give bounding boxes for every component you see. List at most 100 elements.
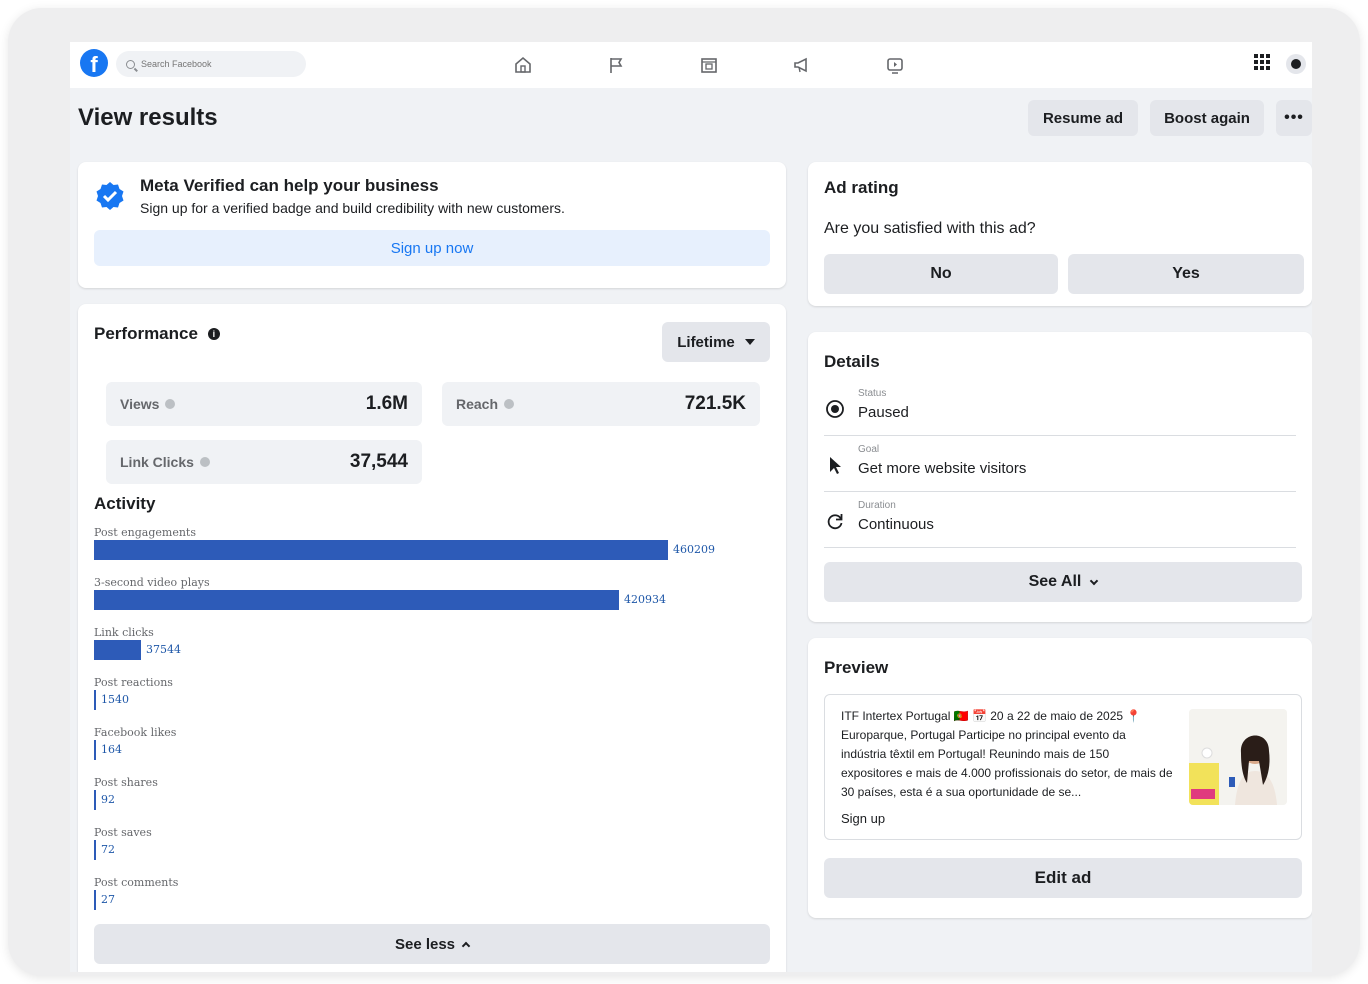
activity-bar (94, 840, 96, 860)
activity-value: 27 (101, 893, 115, 906)
performance-title: Performance (94, 324, 198, 343)
ad-rating-card: Ad rating Are you satisfied with this ad… (808, 162, 1312, 306)
ad-preview[interactable]: ITF Intertex Portugal 🇵🇹 📅 20 a 22 de ma… (824, 694, 1302, 840)
detail-row-status: Status Paused (824, 388, 1296, 436)
rating-yes-button[interactable]: Yes (1068, 254, 1304, 294)
detail-value: Get more website visitors (858, 460, 1027, 477)
activity-title: Activity (94, 494, 156, 513)
metric-label: Reach (456, 396, 499, 412)
preview-title: Preview (824, 658, 889, 677)
activity-label: Link clicks (94, 626, 154, 639)
activity-value: 72 (101, 843, 115, 856)
activity-bar (94, 740, 96, 760)
avatar[interactable] (1286, 54, 1306, 74)
flag-icon[interactable] (605, 54, 627, 76)
facebook-logo-icon[interactable]: f (80, 49, 108, 77)
activity-value: 1540 (101, 693, 129, 706)
activity-row: Post saves 72 (94, 826, 754, 876)
refresh-icon (824, 510, 846, 532)
ad-cta[interactable]: Sign up (841, 811, 885, 826)
detail-value: Continuous (858, 516, 934, 533)
detail-label: Duration (858, 500, 896, 511)
performance-card: Performance i Lifetime Views 1.6M Reach … (78, 304, 786, 972)
ad-thumbnail-image (1189, 709, 1287, 805)
activity-bar (94, 640, 141, 660)
detail-value: Paused (858, 404, 909, 421)
activity-bar (94, 690, 96, 710)
info-icon[interactable] (199, 457, 210, 467)
search-box[interactable] (116, 51, 306, 77)
meta-verified-subtitle: Sign up for a verified badge and build c… (140, 200, 565, 216)
chevron-up-icon (461, 941, 471, 951)
activity-row: Post engagements 460209 (94, 526, 754, 576)
date-range-dropdown[interactable]: Lifetime (662, 322, 770, 362)
megaphone-icon[interactable] (791, 54, 813, 76)
details-title: Details (824, 352, 880, 371)
top-navigation: f (70, 42, 1312, 88)
activity-value: 164 (101, 743, 122, 756)
activity-label: Post saves (94, 826, 152, 839)
marketplace-icon[interactable] (698, 54, 720, 76)
home-icon[interactable] (512, 54, 534, 76)
performance-header: Performance i (94, 324, 220, 344)
info-icon[interactable] (504, 399, 515, 409)
activity-bar (94, 540, 668, 560)
metric-value: 1.6M (365, 393, 408, 414)
metric-views: Views 1.6M (106, 382, 422, 426)
activity-value: 92 (101, 793, 115, 806)
activity-row: Post comments 27 (94, 876, 754, 926)
metric-value: 721.5K (684, 393, 746, 414)
preview-card: Preview ITF Intertex Portugal 🇵🇹 📅 20 a … (808, 638, 1312, 918)
ad-rating-title: Ad rating (824, 178, 899, 197)
activity-value: 460209 (673, 543, 715, 556)
ad-preview-text: ITF Intertex Portugal 🇵🇹 📅 20 a 22 de ma… (841, 709, 1173, 799)
caret-down-icon (744, 339, 755, 345)
menu-grid-icon[interactable] (1254, 54, 1270, 70)
activity-bar (94, 890, 96, 910)
detail-label: Goal (858, 444, 880, 455)
metric-label: Link Clicks (120, 454, 194, 470)
info-icon[interactable] (165, 399, 176, 409)
activity-label: 3-second video plays (94, 576, 210, 589)
meta-verified-card: Meta Verified can help your business Sig… (78, 162, 786, 288)
cursor-icon (824, 454, 846, 476)
see-all-button[interactable]: See All (824, 562, 1302, 602)
meta-verified-title: Meta Verified can help your business (140, 176, 439, 195)
resume-ad-button[interactable]: Resume ad (1028, 100, 1138, 136)
activity-value: 37544 (146, 643, 181, 656)
activity-bar (94, 790, 96, 810)
activity-row: 3-second video plays 420934 (94, 576, 754, 626)
more-options-button[interactable]: ••• (1276, 100, 1312, 136)
video-icon[interactable] (884, 54, 906, 76)
see-less-button[interactable]: See less (94, 924, 770, 964)
activity-label: Post engagements (94, 526, 196, 539)
activity-value: 420934 (624, 593, 666, 606)
metric-reach: Reach 721.5K (442, 382, 760, 426)
activity-label: Facebook likes (94, 726, 177, 739)
search-icon (126, 59, 135, 69)
detail-row-goal: Goal Get more website visitors (824, 444, 1296, 492)
edit-ad-button[interactable]: Edit ad (824, 858, 1302, 898)
sign-up-now-button[interactable]: Sign up now (94, 230, 770, 266)
chevron-down-icon (1090, 576, 1099, 585)
metric-link-clicks: Link Clicks 37,544 (106, 440, 422, 484)
metric-label: Views (120, 396, 160, 412)
metric-value: 37,544 (349, 451, 408, 472)
rating-no-button[interactable]: No (824, 254, 1058, 294)
boost-again-button[interactable]: Boost again (1150, 100, 1264, 136)
detail-row-duration: Duration Continuous (824, 500, 1296, 548)
info-icon[interactable]: i (207, 328, 220, 340)
activity-row: Link clicks 37544 (94, 626, 754, 676)
activity-row: Post reactions 1540 (94, 676, 754, 726)
page-title: View results (78, 104, 218, 131)
detail-label: Status (858, 388, 887, 399)
device-frame: f View r (8, 8, 1360, 976)
see-all-label: See All (1028, 573, 1082, 590)
activity-bar (94, 590, 619, 610)
see-less-label: See less (394, 935, 456, 953)
activity-label: Post reactions (94, 676, 173, 689)
search-input[interactable] (141, 59, 291, 69)
radio-icon (824, 398, 846, 420)
verified-badge-icon (94, 180, 126, 212)
activity-label: Post comments (94, 876, 179, 889)
